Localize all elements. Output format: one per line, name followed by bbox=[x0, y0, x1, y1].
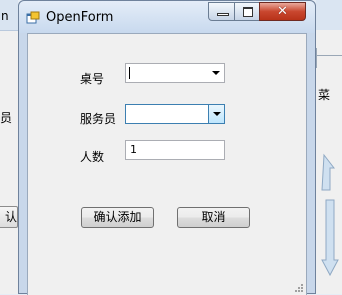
waiter-combobox[interactable] bbox=[125, 104, 225, 124]
resize-grip-icon[interactable] bbox=[294, 283, 304, 293]
background-divider bbox=[316, 55, 342, 56]
background-window-left bbox=[0, 0, 18, 294]
close-button[interactable]: ✕ bbox=[259, 2, 306, 21]
background-label-fragment: 员 bbox=[0, 111, 13, 125]
window-title: OpenForm bbox=[46, 10, 114, 25]
chevron-down-icon bbox=[213, 112, 221, 116]
background-titlebar-left: n bbox=[0, 0, 18, 31]
confirm-add-button[interactable]: 确认添加 bbox=[81, 207, 154, 228]
chevron-down-icon bbox=[212, 71, 220, 75]
background-button-fragment[interactable]: 认添 bbox=[0, 206, 18, 228]
background-title-fragment: n bbox=[1, 9, 9, 23]
form-client-area: 桌号 服务员 人数 1 确认添加 取消 bbox=[27, 33, 307, 295]
form-app-icon bbox=[26, 11, 40, 24]
openform-dialog: OpenForm ✕ 桌号 服务员 人数 1 确认添加 取消 bbox=[18, 0, 316, 295]
background-titlebar-right bbox=[316, 0, 342, 30]
people-count-input[interactable]: 1 bbox=[125, 140, 225, 160]
close-icon: ✕ bbox=[277, 4, 288, 19]
background-scroll-arrows-decoration bbox=[321, 153, 339, 277]
text-caret bbox=[129, 67, 130, 79]
people-count-label: 人数 bbox=[80, 150, 105, 164]
table-number-label: 桌号 bbox=[80, 72, 105, 86]
waiter-dropdown-button[interactable] bbox=[208, 105, 224, 123]
background-right-label-fragment: 菜 bbox=[318, 88, 331, 102]
minimize-button[interactable] bbox=[208, 2, 235, 21]
maximize-button[interactable] bbox=[234, 2, 260, 21]
waiter-label: 服务员 bbox=[80, 112, 117, 126]
title-bar[interactable]: OpenForm ✕ bbox=[19, 1, 315, 33]
cancel-button[interactable]: 取消 bbox=[177, 207, 250, 228]
minimize-icon bbox=[217, 13, 229, 16]
background-tab-fragment bbox=[316, 48, 342, 68]
maximize-icon bbox=[243, 7, 253, 17]
table-number-combobox[interactable] bbox=[125, 63, 225, 83]
